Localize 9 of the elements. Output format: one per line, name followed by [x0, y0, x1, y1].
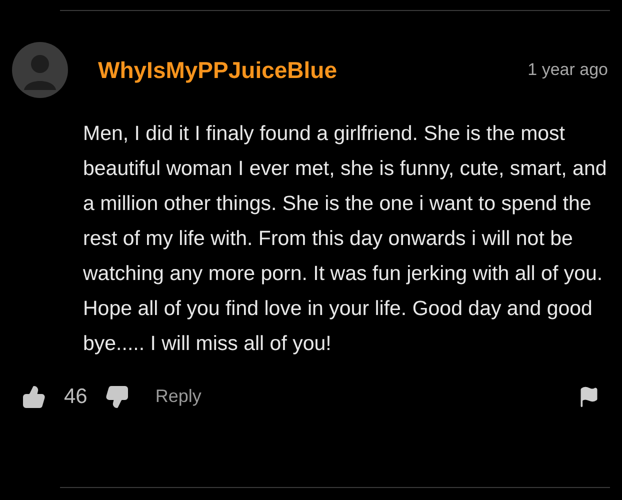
- timestamp: 1 year ago: [528, 59, 608, 82]
- thumbs-up-icon[interactable]: [22, 384, 46, 409]
- reply-link[interactable]: Reply: [155, 383, 202, 410]
- thumbs-down-icon[interactable]: [105, 384, 130, 409]
- username[interactable]: WhyIsMyPPJuiceBlue: [98, 52, 338, 88]
- like-count: 46: [64, 384, 88, 410]
- flag-icon[interactable]: [578, 386, 600, 408]
- avatar-icon: [12, 42, 68, 98]
- comment-text: Men, I did it I finaly found a girlfriend. She is the most beautiful woman I ever met, she is funny, cute, smart, and a million other things. She is the one i want to spend the rest of my life with. From this day onwards i will not be watching any more porn. It was fun jerking with all of you. Hope all of you find love in your life. Good day and good bye..... I will miss all of you!: [83, 121, 608, 357]
